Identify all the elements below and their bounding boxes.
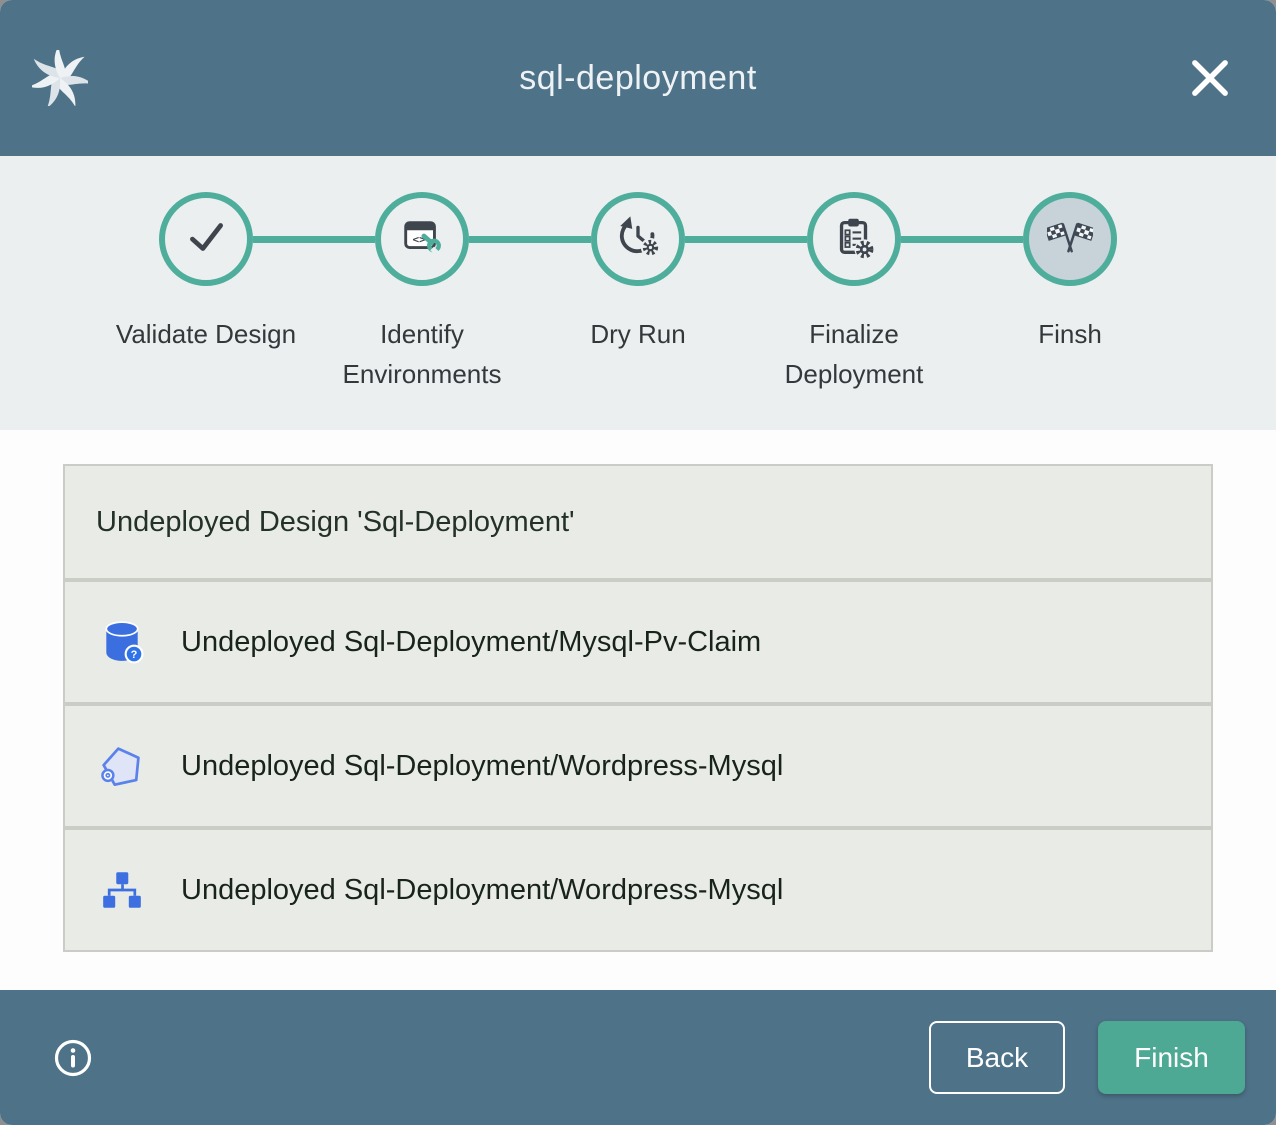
results-header-text: Undeployed Design 'Sql-Deployment' — [96, 506, 575, 539]
finish-button[interactable]: Finish — [1098, 1021, 1245, 1094]
step-connector — [469, 236, 591, 243]
step-circle — [591, 192, 685, 286]
list-item-text: Undeployed Sql-Deployment/Wordpress-Mysq… — [181, 874, 783, 907]
deployment-stepper: Validate Design <> Identify Environments — [0, 156, 1276, 430]
code-window-wrench-icon: <> — [399, 214, 445, 265]
list-item-text: Undeployed Sql-Deployment/Wordpress-Mysq… — [181, 750, 783, 783]
step-finalize-deployment[interactable]: Finalize Deployment — [746, 192, 962, 430]
step-validate-design[interactable]: Validate Design — [98, 192, 314, 430]
results-list-header: Undeployed Design 'Sql-Deployment' — [65, 466, 1211, 578]
step-label: Dry Run — [590, 314, 685, 354]
step-circle — [807, 192, 901, 286]
step-circle: <> — [375, 192, 469, 286]
step-connector — [901, 236, 1023, 243]
step-finish[interactable]: Finsh — [962, 192, 1178, 430]
back-button[interactable]: Back — [929, 1021, 1065, 1094]
close-icon[interactable] — [1188, 56, 1232, 100]
step-connector — [253, 236, 375, 243]
check-icon — [183, 214, 229, 265]
modal-title: sql-deployment — [0, 59, 1276, 98]
step-connector — [685, 236, 807, 243]
list-item[interactable]: Undeployed Sql-Deployment/Wordpress-Mysq… — [65, 706, 1211, 826]
hierarchy-icon — [99, 867, 145, 913]
step-label: Identify Environments — [331, 314, 513, 394]
list-item[interactable]: ? Undeployed Sql-Deployment/Mysql-Pv-Cla… — [65, 582, 1211, 702]
step-label: Finsh — [1038, 314, 1102, 354]
step-label: Validate Design — [116, 314, 296, 354]
step-identify-environments[interactable]: <> Identify Environments — [314, 192, 530, 430]
undeploy-results-list: Undeployed Design 'Sql-Deployment' ? Und… — [63, 464, 1213, 952]
step-dry-run[interactable]: Dry Run — [530, 192, 746, 430]
step-label: Finalize Deployment — [763, 314, 945, 394]
clipboard-gear-icon — [831, 214, 877, 265]
deployment-wizard-modal: sql-deployment Validate Design — [0, 0, 1276, 1125]
modal-header: sql-deployment — [0, 0, 1276, 156]
info-icon[interactable] — [53, 1038, 93, 1078]
list-item-text: Undeployed Sql-Deployment/Mysql-Pv-Claim — [181, 626, 761, 659]
modal-footer: Back Finish — [0, 990, 1276, 1125]
database-question-icon: ? — [99, 619, 145, 665]
checkered-flags-icon — [1047, 214, 1093, 265]
step-circle — [159, 192, 253, 286]
list-item[interactable]: Undeployed Sql-Deployment/Wordpress-Mysq… — [65, 830, 1211, 950]
results-panel: Undeployed Design 'Sql-Deployment' ? Und… — [0, 430, 1276, 990]
step-circle — [1023, 192, 1117, 286]
svg-text:?: ? — [131, 649, 138, 661]
pentagon-badge-icon — [99, 743, 145, 789]
history-gear-icon — [615, 214, 661, 265]
